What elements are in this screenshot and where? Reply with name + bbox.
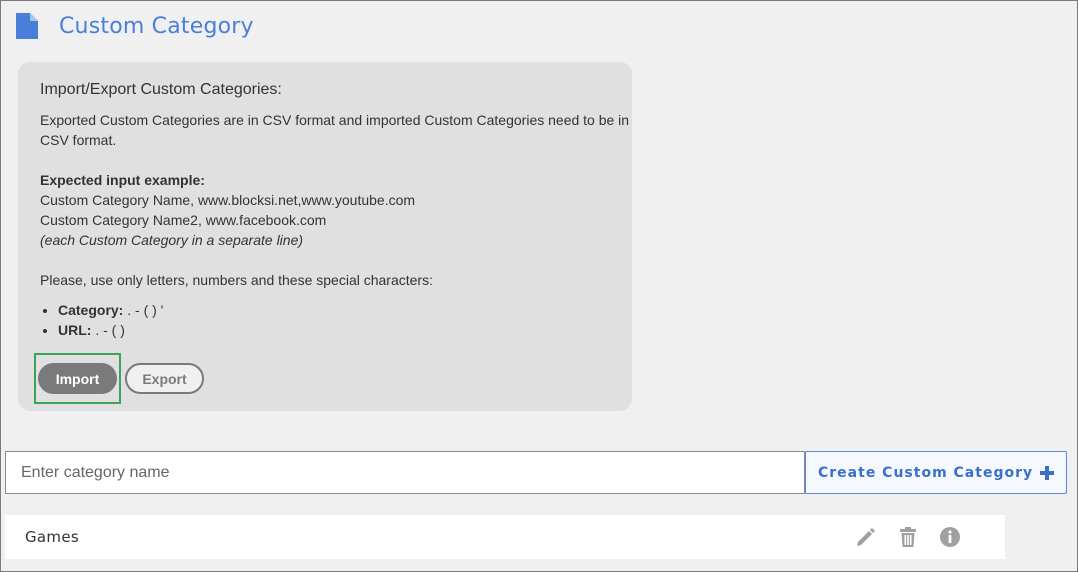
plus-icon xyxy=(1040,465,1054,480)
create-custom-category-button[interactable]: Create Custom Category xyxy=(805,451,1067,494)
document-icon xyxy=(16,13,38,39)
example-line-2: Custom Category Name2, www.facebook.com xyxy=(40,212,327,228)
category-row: Games xyxy=(5,515,1005,559)
import-focus-outline: Import xyxy=(34,353,121,404)
row-actions xyxy=(835,526,961,548)
create-button-label: Create Custom Category xyxy=(818,464,1034,481)
info-icon[interactable] xyxy=(939,526,961,548)
rule-label: Category: xyxy=(58,302,124,318)
panel-description: Exported Custom Categories are in CSV fo… xyxy=(40,112,630,148)
example-line-1: Custom Category Name, www.blocksi.net,ww… xyxy=(40,192,416,208)
example-note: (each Custom Category in a separate line… xyxy=(40,232,304,248)
delete-trash-icon[interactable] xyxy=(897,526,919,548)
export-button[interactable]: Export xyxy=(125,363,204,394)
edit-pencil-icon[interactable] xyxy=(855,526,877,548)
category-name-input[interactable] xyxy=(5,451,805,494)
page-header: Custom Category xyxy=(16,10,254,42)
import-button[interactable]: Import xyxy=(38,363,117,394)
rule-url: URL: . - ( ) xyxy=(58,320,632,340)
rule-chars: . - ( ) ' xyxy=(123,302,164,318)
rule-category: Category: . - ( ) ' xyxy=(58,300,632,320)
example-heading: Expected input example: xyxy=(40,172,205,188)
special-chars-list: Category: . - ( ) ' URL: . - ( ) xyxy=(40,300,632,340)
panel-title: Import/Export Custom Categories: xyxy=(40,81,282,98)
category-name: Games xyxy=(25,528,79,546)
rule-label: URL: xyxy=(58,322,92,338)
special-chars-intro: Please, use only letters, numbers and th… xyxy=(40,272,433,288)
rule-chars: . - ( ) xyxy=(91,322,125,338)
import-export-panel: Import/Export Custom Categories: Exporte… xyxy=(18,62,632,411)
page-title: Custom Category xyxy=(59,13,254,39)
panel-actions: Import Export xyxy=(34,353,204,404)
